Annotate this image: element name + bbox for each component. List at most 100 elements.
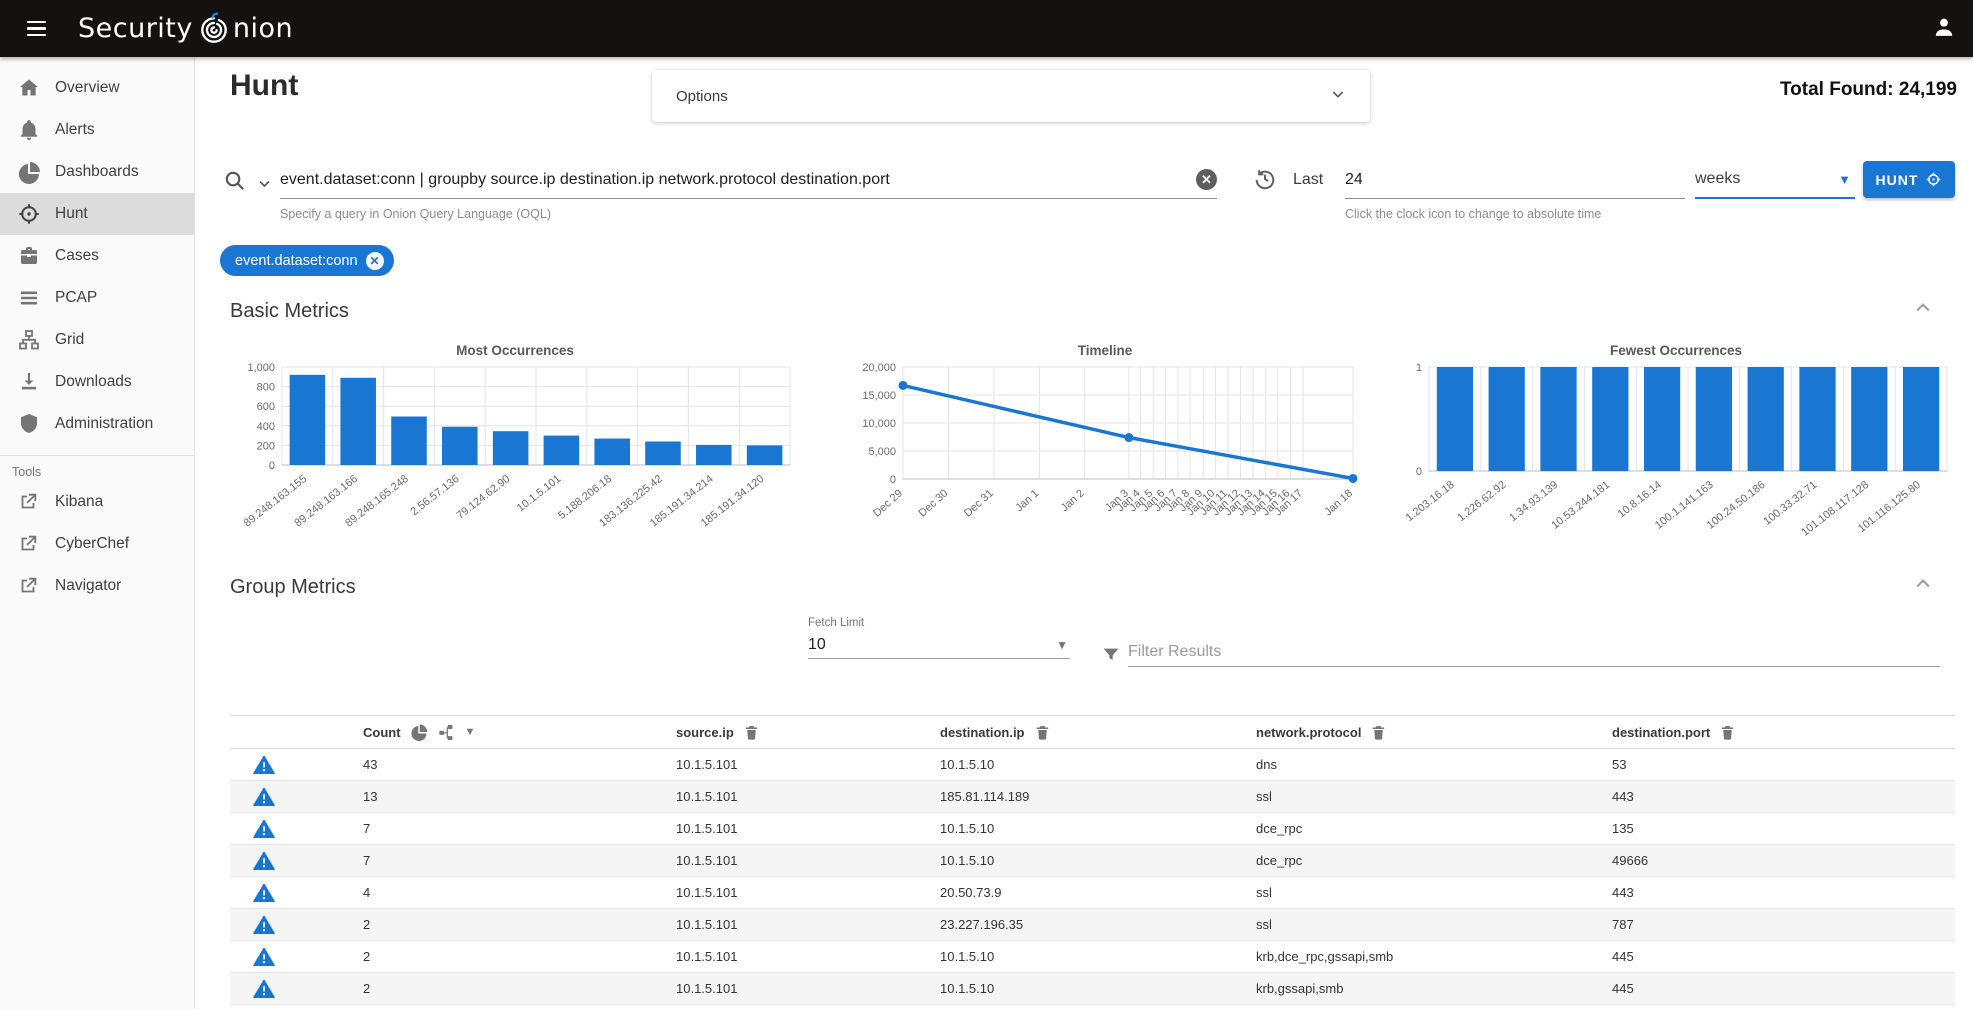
bell-icon	[17, 118, 41, 142]
user-menu-button[interactable]	[1931, 14, 1957, 43]
total-found-label: Total Found:	[1780, 79, 1894, 100]
table-cell: 10.1.5.101	[676, 917, 940, 932]
query-history-chevron-icon[interactable]	[257, 176, 272, 196]
fetch-limit-select[interactable]: 10 ▼	[808, 632, 1070, 659]
svg-text:79.124.62.90: 79.124.62.90	[454, 473, 512, 522]
svg-text:0: 0	[269, 460, 275, 472]
table-cell: 20.50.73.9	[940, 885, 1256, 900]
sidebar-item-grid[interactable]: Grid	[0, 319, 194, 361]
column-destination-port: destination.port	[1612, 725, 1710, 740]
menu-button[interactable]	[16, 9, 56, 49]
fetch-limit-value: 10	[808, 636, 826, 654]
table-row[interactable]: 1310.1.5.101185.81.114.189ssl443	[230, 781, 1955, 813]
timeline-chart: Timeline 05,00010,00015,00020,000Dec 29D…	[845, 343, 1365, 566]
sidebar-item-hunt[interactable]: Hunt	[0, 193, 194, 235]
timeline-chart-title: Timeline	[845, 343, 1365, 361]
warning-triangle-icon[interactable]	[230, 978, 363, 1000]
fetch-limit-label: Fetch Limit	[808, 617, 1070, 629]
sidebar-item-alerts[interactable]: Alerts	[0, 109, 194, 151]
query-field: ✕	[280, 161, 1217, 199]
table-cell: 185.81.114.189	[940, 789, 1256, 804]
svg-text:1.34.93.139: 1.34.93.139	[1507, 479, 1560, 524]
table-cell: 49666	[1612, 853, 1955, 868]
table-cell: 443	[1612, 885, 1955, 900]
logo-text-suffix: nion	[233, 13, 293, 44]
table-row[interactable]: 210.1.5.10110.1.5.10krb,dce_rpc,gssapi,s…	[230, 941, 1955, 973]
main-content: Hunt Options Total Found: 24,199 ✕ Speci…	[195, 57, 1973, 1009]
sidebar-item-label: Navigator	[55, 577, 121, 595]
svg-text:0: 0	[890, 474, 896, 486]
warning-triangle-icon[interactable]	[230, 754, 363, 776]
clear-query-button[interactable]: ✕	[1196, 169, 1217, 190]
graph-icon[interactable]	[437, 723, 456, 742]
account-icon	[1931, 14, 1957, 40]
most-occurrences-chart-title: Most Occurrences	[230, 343, 800, 361]
table-row[interactable]: 210.1.5.10123.227.196.35ssl787	[230, 909, 1955, 941]
warning-triangle-icon[interactable]	[230, 818, 363, 840]
table-row[interactable]: 710.1.5.10110.1.5.10dce_rpc49666	[230, 845, 1955, 877]
sidebar-item-downloads[interactable]: Downloads	[0, 361, 194, 403]
query-input[interactable]	[280, 171, 1190, 189]
svg-text:800: 800	[257, 382, 275, 394]
group-metrics-collapse-button[interactable]	[1911, 573, 1935, 597]
table-cell: 2	[363, 917, 676, 932]
sidebar-item-cases[interactable]: Cases	[0, 235, 194, 277]
table-row[interactable]: 710.1.5.10110.1.5.10dce_rpc135	[230, 813, 1955, 845]
hunt-button[interactable]: HUNT	[1863, 161, 1955, 198]
svg-text:0: 0	[1416, 466, 1422, 478]
filter-results-field	[1128, 637, 1940, 667]
warning-triangle-icon[interactable]	[230, 786, 363, 808]
table-cell: 443	[1612, 789, 1955, 804]
table-cell: 445	[1612, 949, 1955, 964]
network-icon	[17, 328, 41, 352]
svg-text:Dec 31: Dec 31	[962, 487, 996, 519]
table-row[interactable]: 4310.1.5.10110.1.5.10dns53	[230, 749, 1955, 781]
options-panel[interactable]: Options	[652, 70, 1370, 122]
pie-chart-icon[interactable]	[410, 723, 428, 741]
crosshair-icon	[1925, 171, 1942, 188]
warning-triangle-icon[interactable]	[230, 850, 363, 872]
duration-field	[1345, 161, 1685, 199]
svg-text:600: 600	[257, 401, 275, 413]
top-navbar: Security nion	[0, 0, 1973, 57]
sidebar-item-overview[interactable]: Overview	[0, 67, 194, 109]
trash-icon[interactable]	[1034, 724, 1051, 741]
external-icon	[17, 574, 41, 598]
clock-history-button[interactable]	[1253, 167, 1277, 194]
filter-chip[interactable]: event.dataset:conn ✕	[220, 245, 394, 276]
table-cell: 2	[363, 981, 676, 996]
svg-text:1,000: 1,000	[247, 362, 275, 374]
duration-input[interactable]	[1345, 161, 1685, 198]
sidebar-tool-cyberchef[interactable]: CyberChef	[0, 523, 194, 565]
sidebar-tool-navigator[interactable]: Navigator	[0, 565, 194, 607]
table-cell: krb,gssapi,smb	[1256, 981, 1612, 996]
time-unit-select[interactable]: weeks ▼	[1695, 161, 1855, 199]
trash-icon[interactable]	[1370, 724, 1387, 741]
sidebar-item-pcap[interactable]: PCAP	[0, 277, 194, 319]
remove-filter-icon[interactable]: ✕	[366, 252, 384, 270]
table-row[interactable]: 210.1.5.10110.1.5.10krb,gssapi,smb445	[230, 973, 1955, 1005]
external-icon	[17, 490, 41, 514]
table-cell: 7	[363, 853, 676, 868]
fewest-occurrences-chart: Fewest Occurrences 011.203.16.181.226.62…	[1395, 343, 1957, 562]
sidebar-item-administration[interactable]: Administration	[0, 403, 194, 445]
trash-icon[interactable]	[743, 724, 760, 741]
sidebar-item-label: CyberChef	[55, 535, 129, 553]
sidebar-tool-kibana[interactable]: Kibana	[0, 481, 194, 523]
table-row[interactable]: 410.1.5.10120.50.73.9ssl443	[230, 877, 1955, 909]
table-cell: 10.1.5.10	[940, 949, 1256, 964]
warning-triangle-icon[interactable]	[230, 882, 363, 904]
sidebar-item-dashboards[interactable]: Dashboards	[0, 151, 194, 193]
filter-results-input[interactable]	[1128, 637, 1940, 666]
warning-triangle-icon[interactable]	[230, 946, 363, 968]
svg-text:Jan 2: Jan 2	[1059, 487, 1087, 514]
column-source-ip: source.ip	[676, 725, 734, 740]
app-root: Security nion OverviewAlertsDashboardsHu…	[0, 0, 1973, 1009]
basic-metrics-collapse-button[interactable]	[1911, 297, 1935, 321]
timeline-chart-svg: 05,00010,00015,00020,000Dec 29Dec 30Dec …	[845, 361, 1365, 561]
warning-triangle-icon[interactable]	[230, 914, 363, 936]
caret-down-icon[interactable]: ▼	[465, 726, 476, 738]
group-metrics-title: Group Metrics	[230, 576, 356, 599]
trash-icon[interactable]	[1719, 724, 1736, 741]
fewest-occurrences-chart-svg: 011.203.16.181.226.62.921.34.93.13910.53…	[1395, 361, 1957, 557]
